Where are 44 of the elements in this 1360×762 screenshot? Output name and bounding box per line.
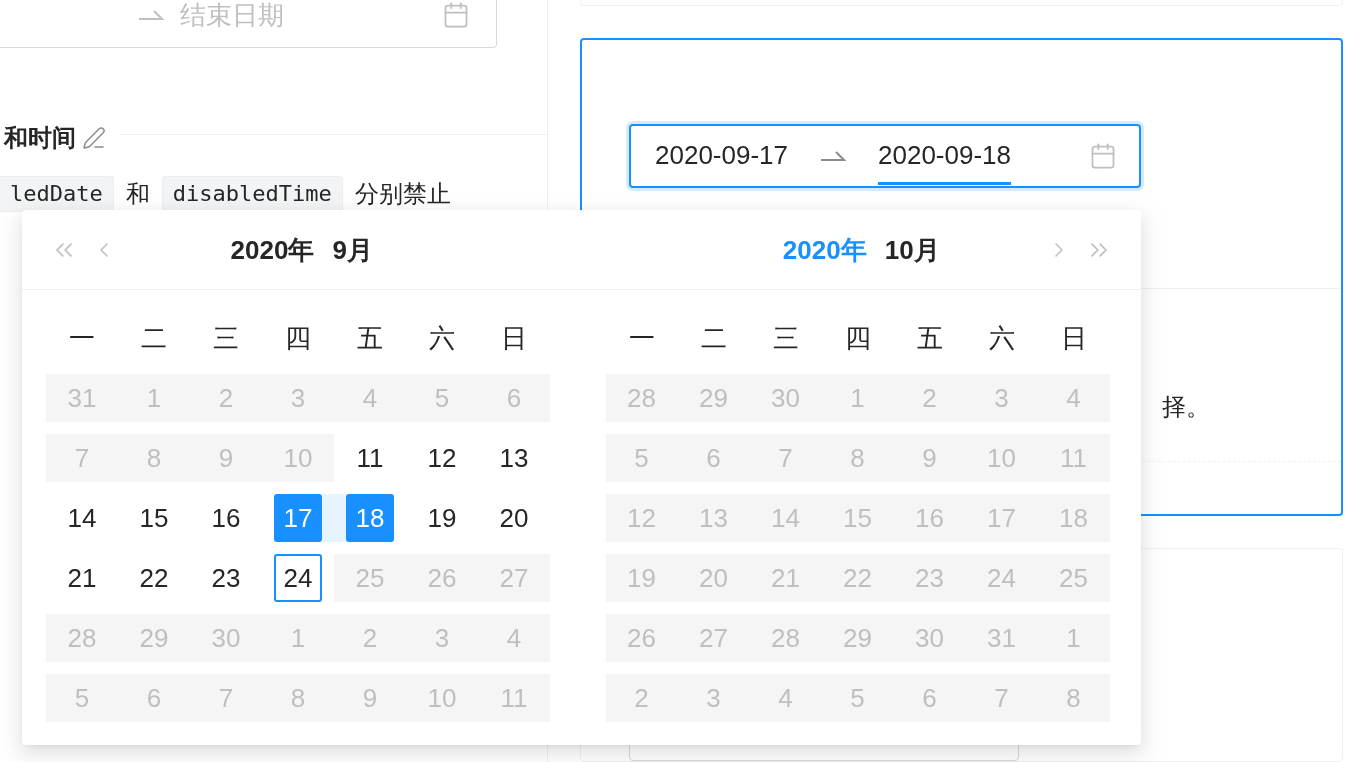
weekday-label: 五 bbox=[357, 321, 383, 355]
weekday-label: 四 bbox=[844, 321, 871, 355]
edit-icon[interactable] bbox=[82, 126, 106, 150]
date-input[interactable]: 2020-09-17 bbox=[655, 126, 788, 185]
calendar-day[interactable]: 13 bbox=[490, 434, 538, 482]
calendar-day[interactable]: 11 bbox=[346, 434, 394, 482]
weekday-label: 六 bbox=[429, 321, 455, 355]
weekday-label: 日 bbox=[1060, 321, 1087, 355]
weekday-label: 三 bbox=[213, 321, 239, 355]
calendar-day[interactable]: 15 bbox=[130, 494, 178, 542]
year-selector[interactable]: 2020年 bbox=[782, 230, 867, 270]
weekday-label: 二 bbox=[141, 321, 167, 355]
weekday-label: 一 bbox=[628, 321, 655, 355]
date-range-picker[interactable]: 2020-09-17 2020-09-18 bbox=[629, 123, 1141, 188]
calendar-day[interactable]: 21 bbox=[58, 554, 106, 602]
calendar-day[interactable]: 17 bbox=[274, 494, 322, 542]
calendar-day[interactable]: 14 bbox=[58, 494, 106, 542]
calendar-day[interactable]: 18 bbox=[346, 494, 394, 542]
calendar-day[interactable]: 12 bbox=[418, 434, 466, 482]
weekday-label: 一 bbox=[69, 321, 95, 355]
weekday-label: 日 bbox=[501, 321, 527, 355]
calendar-icon bbox=[442, 1, 470, 29]
weekday-label: 四 bbox=[285, 321, 311, 355]
date-range-input[interactable]: 结束日期 bbox=[0, 0, 497, 48]
month-selector[interactable]: 9月 bbox=[332, 230, 373, 270]
month-selector[interactable]: 10月 bbox=[884, 230, 940, 270]
weekday-label: 二 bbox=[700, 321, 727, 355]
date-input[interactable]: 2020-09-18 bbox=[878, 126, 1011, 185]
section-heading: 和时间 bbox=[4, 123, 76, 153]
end-date-placeholder: 结束日期 bbox=[180, 0, 284, 32]
description-text: 择。 bbox=[1162, 391, 1210, 422]
weekday-label: 五 bbox=[916, 321, 943, 355]
calendar-day[interactable]: 16 bbox=[202, 494, 250, 542]
calendar-day[interactable]: 19 bbox=[418, 494, 466, 542]
weekday-label: 三 bbox=[772, 321, 799, 355]
calendar-day[interactable]: 24 bbox=[274, 554, 322, 602]
range-highlight bbox=[334, 494, 346, 542]
calendar-icon bbox=[1089, 141, 1117, 170]
calendar-day[interactable]: 22 bbox=[130, 554, 178, 602]
range-highlight bbox=[322, 494, 334, 542]
year-selector[interactable]: 2020年 bbox=[230, 230, 315, 270]
weekday-label: 六 bbox=[988, 321, 1015, 355]
calendar-day[interactable]: 23 bbox=[202, 554, 250, 602]
calendar-day[interactable]: 20 bbox=[490, 494, 538, 542]
